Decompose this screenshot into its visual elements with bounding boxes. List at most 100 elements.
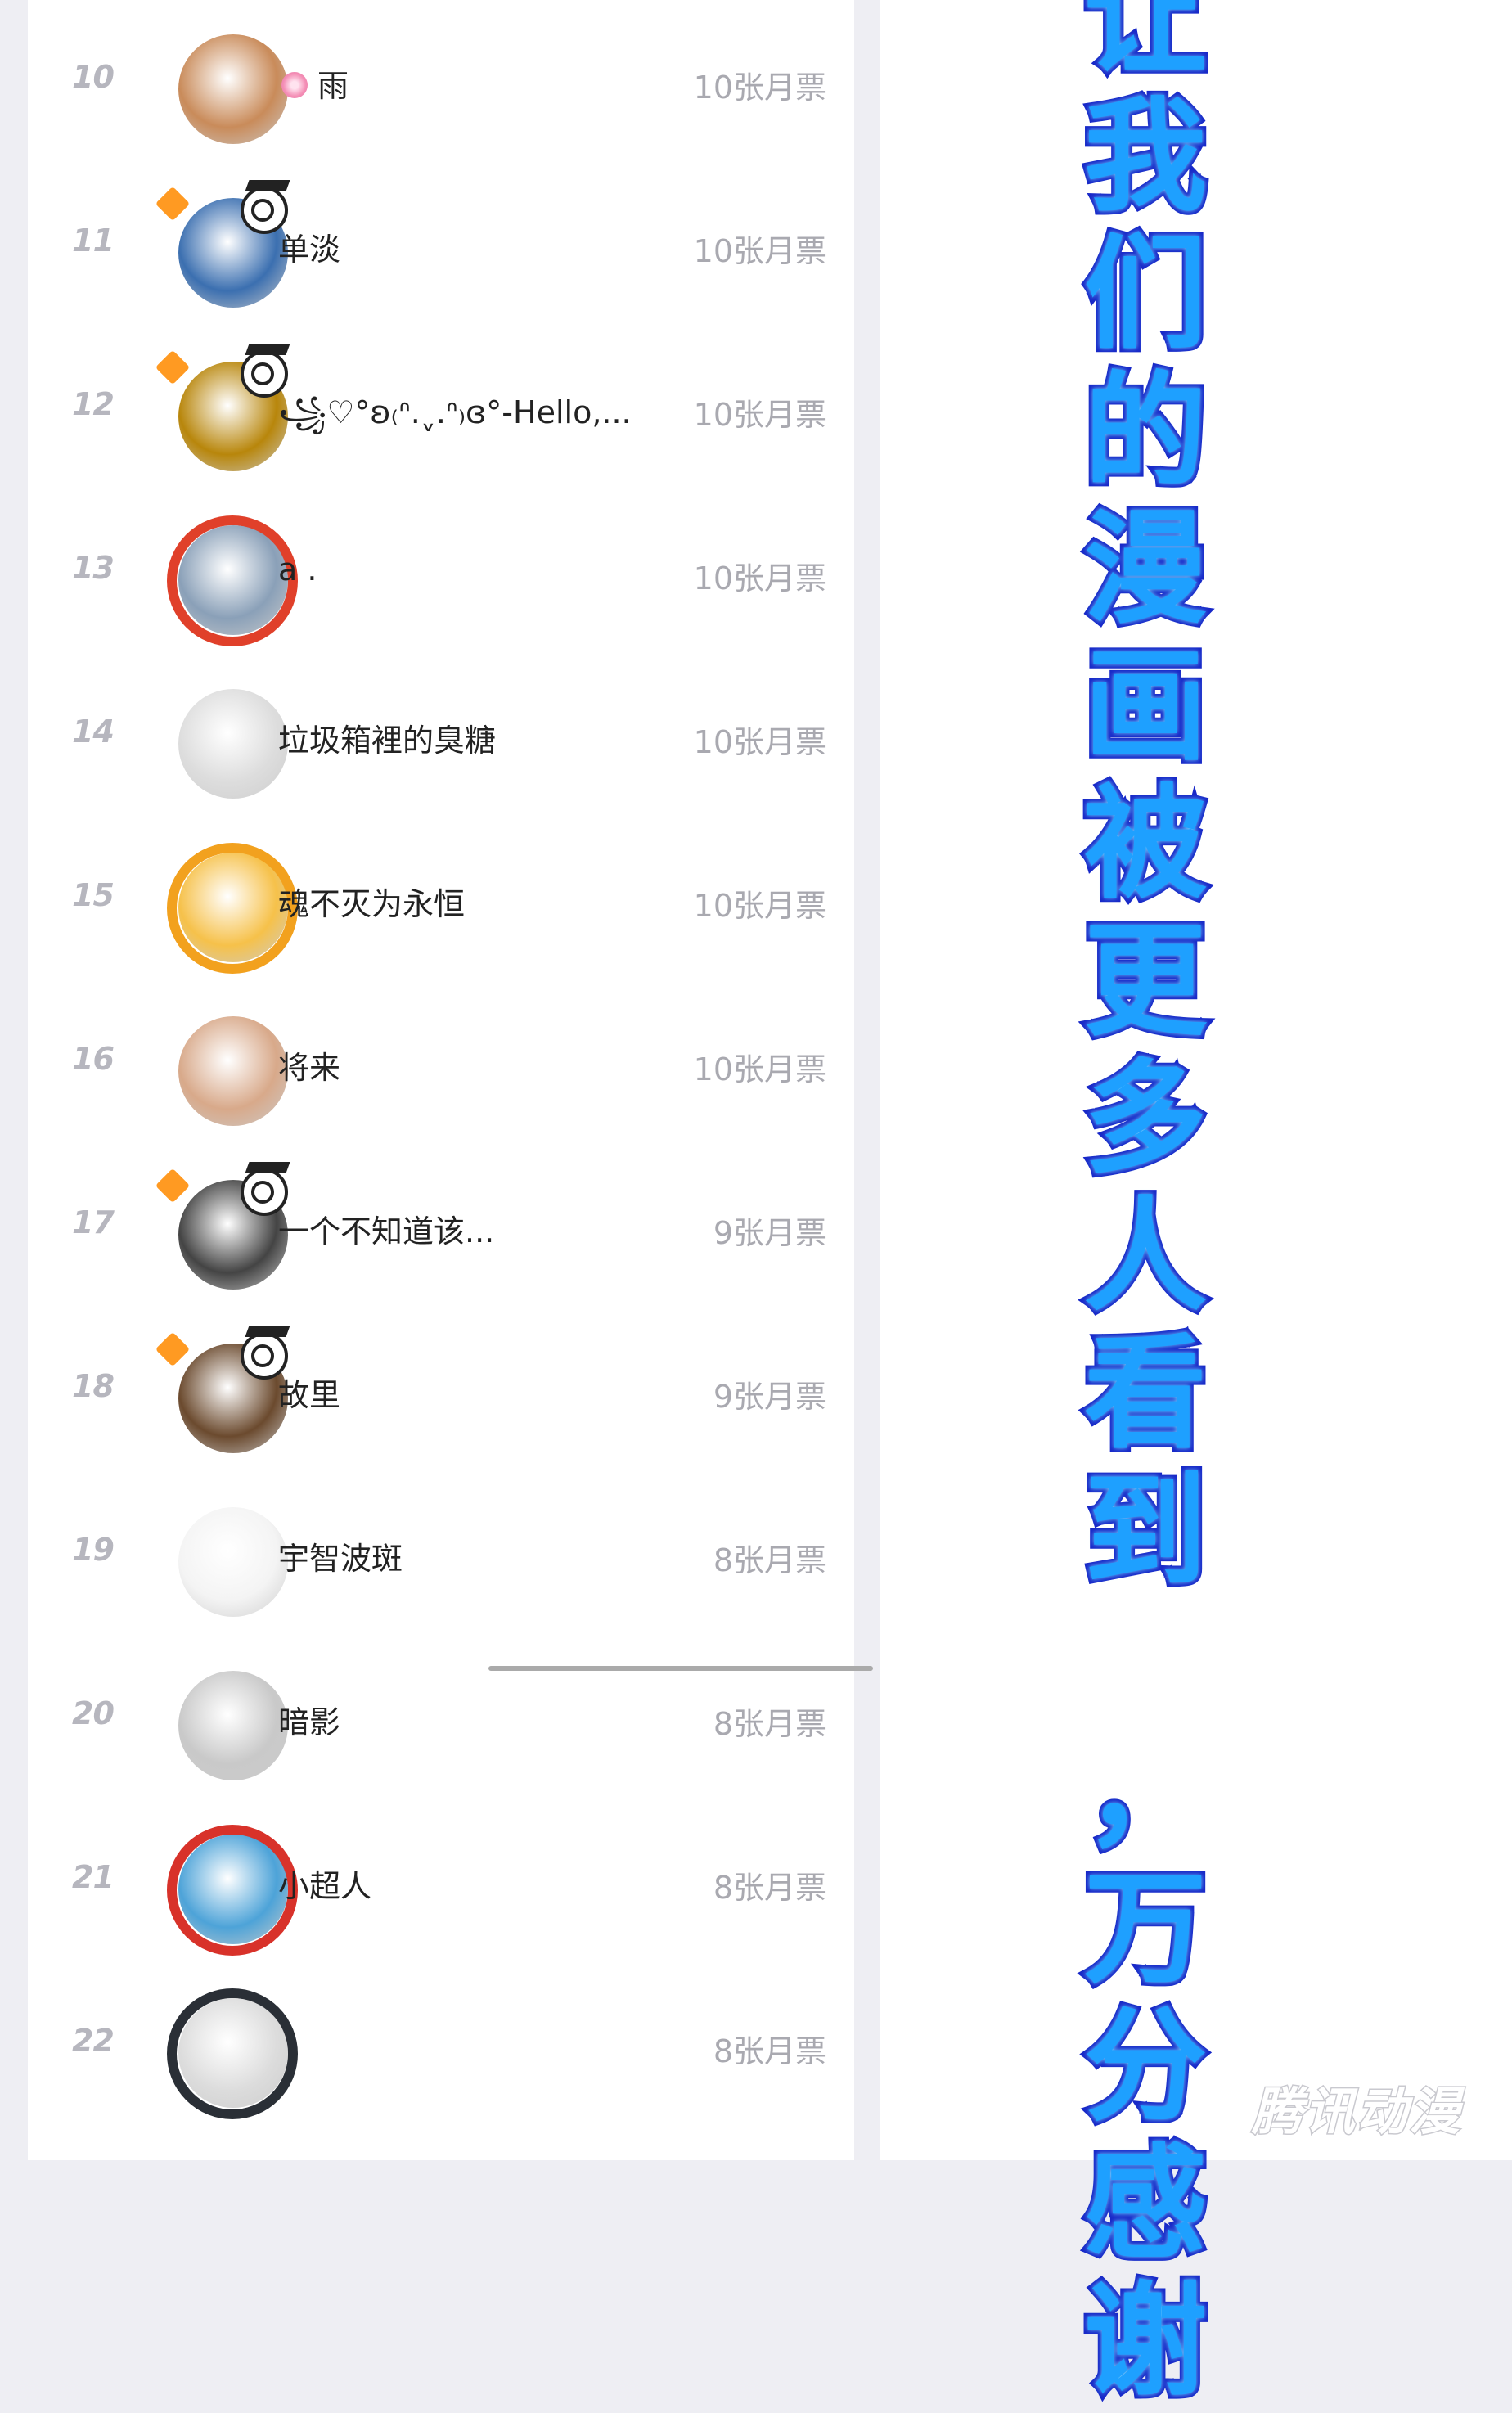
rank-number: 13: [72, 550, 115, 586]
rank-number: 22: [72, 2023, 115, 2059]
avatar-container[interactable]: [151, 1497, 288, 1620]
ranking-row[interactable]: 11 单淡 10张月票: [28, 164, 854, 327]
sparkle-icon: [155, 1168, 191, 1204]
avatar-container[interactable]: [151, 1825, 298, 1956]
rank-number: 12: [72, 386, 115, 422]
graduation-cap-icon: [245, 344, 290, 355]
banner-char: 分: [1080, 1994, 1211, 2140]
ranking-row[interactable]: 12 ꧁♡°ʚ₍ᐢ.ˬ.ᐢ₎ɞ°-Hello,... 10张月票: [28, 327, 854, 491]
monthly-ticket-count: 10张月票: [693, 888, 826, 924]
user-name: 垃圾箱裡的臭糖: [278, 723, 497, 759]
ranking-row[interactable]: 17 一个不知道该... 9张月票: [28, 1146, 854, 1309]
user-name: 一个不知道该...: [278, 1213, 495, 1249]
avatar[interactable]: [178, 34, 288, 144]
rank-number: 11: [72, 223, 115, 259]
monthly-ticket-count: 10张月票: [693, 724, 826, 760]
banner-char: 我: [1080, 84, 1211, 230]
user-name: 暗影: [278, 1704, 341, 1740]
banner-char: 画: [1080, 634, 1211, 780]
avatar-container[interactable]: [151, 1326, 290, 1456]
monthly-ticket-count: 10张月票: [693, 560, 826, 596]
avatar[interactable]: [178, 525, 288, 635]
rank-number: 21: [72, 1859, 115, 1895]
rank-number: 20: [72, 1695, 115, 1731]
monthly-ticket-count: 10张月票: [693, 1051, 826, 1087]
avatar-container[interactable]: [151, 25, 288, 147]
ranking-row[interactable]: 10 雨 10张月票: [28, 0, 854, 164]
ranking-row[interactable]: 14 垃圾箱裡的臭糖 10张月票: [28, 655, 854, 818]
banner-char: 的: [1080, 359, 1211, 505]
ranking-row[interactable]: 22 8张月票: [28, 1964, 854, 2127]
user-name: 魂不灭为永恒: [278, 886, 466, 922]
avatar-container[interactable]: [151, 1162, 290, 1293]
banner-char: 到: [1080, 1459, 1211, 1605]
banner-char: 感: [1080, 2132, 1211, 2277]
rank-number: 18: [72, 1368, 115, 1404]
avatar-container[interactable]: [151, 843, 298, 974]
ranking-list: 10 雨 10张月票 11 单淡 10张月票 12 ꧁♡°ʚ₍ᐢ.ˬ.ᐢ₎ɞ°-Hello,.…: [28, 0, 854, 2160]
avatar[interactable]: [178, 1998, 288, 2108]
rank-number: 14: [72, 714, 115, 750]
avatar[interactable]: [178, 689, 288, 799]
rank-number: 15: [72, 877, 115, 913]
monthly-ticket-count: 10张月票: [693, 70, 826, 106]
sparkle-icon: [155, 349, 191, 385]
avatar[interactable]: [178, 1016, 288, 1126]
separator-line: [488, 1666, 873, 1671]
banner-char: 看: [1080, 1321, 1211, 1467]
banner-char: 多: [1080, 1047, 1211, 1192]
ranking-row[interactable]: 18 故里 9张月票: [28, 1309, 854, 1473]
user-name: 将来: [278, 1050, 341, 1086]
user-name: ꧁♡°ʚ₍ᐢ.ˬ.ᐢ₎ɞ°-Hello,...: [278, 394, 632, 430]
monthly-ticket-count: 9张月票: [713, 1215, 826, 1251]
avatar-container[interactable]: [151, 344, 290, 475]
monthly-ticket-count: 8张月票: [713, 2033, 826, 2069]
monthly-ticket-count: 8张月票: [713, 1542, 826, 1578]
graduation-cap-icon: [245, 1326, 290, 1337]
avatar-container[interactable]: [151, 1988, 298, 2119]
banner-char: 更: [1080, 909, 1211, 1055]
monthly-ticket-count: 8张月票: [713, 1870, 826, 1906]
avatar-container[interactable]: [151, 679, 288, 802]
ranking-row[interactable]: 13 a . 10张月票: [28, 491, 854, 655]
monthly-ticket-count: 10张月票: [693, 233, 826, 269]
avatar-container[interactable]: [151, 515, 298, 646]
avatar[interactable]: [178, 1671, 288, 1780]
monthly-ticket-count: 8张月票: [713, 1706, 826, 1742]
banner-char: 万: [1080, 1857, 1211, 2002]
avatar[interactable]: [178, 1835, 288, 1944]
graduation-cap-icon: [245, 180, 290, 191]
ranking-row[interactable]: 19 宇智波斑 8张月票: [28, 1473, 854, 1636]
user-name-text: 雨: [317, 68, 349, 104]
sparkle-icon: [155, 1331, 191, 1367]
banner-char: 被: [1080, 772, 1211, 917]
banner-char: 让: [1080, 0, 1211, 92]
banner-char: 谢: [1080, 2269, 1211, 2413]
sparkle-icon: [155, 186, 191, 222]
ranking-row[interactable]: 21 小超人 8张月票: [28, 1800, 854, 1964]
user-name: 故里: [278, 1377, 341, 1413]
rank-number: 16: [72, 1041, 115, 1077]
banner-char: 们: [1080, 222, 1211, 367]
banner-char: ，: [1080, 1719, 1211, 1865]
avatar[interactable]: [178, 1507, 288, 1617]
graduation-cap-icon: [245, 1162, 290, 1173]
rank-number: 17: [72, 1204, 115, 1240]
avatar-container[interactable]: [151, 180, 290, 311]
rank-number: 10: [72, 59, 115, 95]
ranking-row[interactable]: 20 暗影 8张月票: [28, 1636, 854, 1800]
cherry-blossom-icon: [278, 69, 311, 101]
promo-banner: 让我们的漫画被更多人看到 ，万分感谢: [1064, 0, 1227, 2413]
avatar-container[interactable]: [151, 1006, 288, 1129]
avatar[interactable]: [178, 853, 288, 962]
user-name: 雨: [278, 61, 349, 106]
ranking-row[interactable]: 16 将来 10张月票: [28, 982, 854, 1146]
rank-number: 19: [72, 1532, 115, 1568]
user-name: a .: [278, 551, 317, 587]
user-name: 宇智波斑: [278, 1541, 403, 1577]
ranking-row[interactable]: 15 魂不灭为永恒 10张月票: [28, 818, 854, 982]
banner-char: 人: [1080, 1184, 1211, 1330]
avatar-container[interactable]: [151, 1661, 288, 1784]
monthly-ticket-count: 9张月票: [713, 1379, 826, 1415]
user-name: 单淡: [278, 232, 341, 268]
